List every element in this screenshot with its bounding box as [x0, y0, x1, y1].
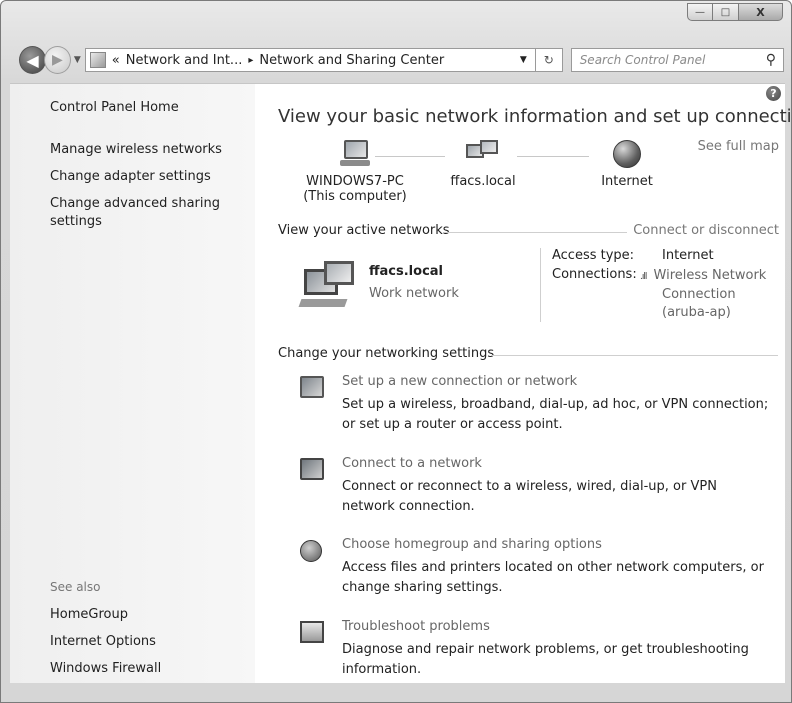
setup-new-connection-link[interactable]: Set up a new connection or network [342, 374, 577, 389]
window-bottom-frame [10, 683, 785, 702]
new-connection-icon [300, 376, 324, 398]
navigation-bar: ◀ ▶ ▼ « Network and Int... ▸ Network and… [19, 41, 784, 79]
active-network-name: ffacs.local [369, 264, 444, 279]
computer-name: WINDOWS7-PC [306, 174, 404, 189]
address-dropdown[interactable]: ▼ [520, 55, 527, 65]
homegroup-link[interactable]: HomeGroup [50, 606, 128, 624]
homegroup-icon [300, 540, 322, 562]
window: — □ X ◀ ▶ ▼ « Network and Int... ▸ Netwo… [0, 0, 792, 703]
access-type-label: Access type: [552, 248, 635, 263]
minimize-button[interactable]: — [687, 3, 713, 21]
active-networks-heading: View your active networks [278, 223, 450, 238]
map-network[interactable]: ffacs.local [433, 140, 533, 189]
forward-button[interactable]: ▶ [43, 46, 71, 74]
back-button[interactable]: ◀ [19, 46, 46, 74]
map-internet[interactable]: Internet [577, 140, 677, 189]
computer-sub: (This computer) [303, 189, 407, 204]
connect-to-network-link[interactable]: Connect to a network [342, 456, 482, 471]
search-icon[interactable]: ⚲ [766, 52, 776, 68]
windows-firewall-link[interactable]: Windows Firewall [50, 660, 161, 678]
internet-label: Internet [601, 174, 653, 189]
search-placeholder: Search Control Panel [579, 53, 706, 67]
see-also-label: See also [50, 580, 101, 594]
homegroup-sharing-desc: Access files and printers located on oth… [342, 560, 764, 595]
network-icon [466, 140, 500, 168]
see-full-map-link[interactable]: See full map [698, 139, 779, 154]
map-computer[interactable]: WINDOWS7-PC (This computer) [295, 140, 415, 204]
connect-or-disconnect-link[interactable]: Connect or disconnect [633, 223, 779, 238]
connections-label: Connections: [552, 267, 637, 282]
control-panel-home-link[interactable]: Control Panel Home [50, 99, 179, 117]
sidebar: Control Panel Home Manage wireless netwo… [10, 83, 255, 683]
refresh-button[interactable]: ↻ [535, 48, 563, 72]
troubleshoot-problems-desc: Diagnose and repair network problems, or… [342, 642, 749, 677]
divider [445, 232, 627, 233]
wireless-connection-link[interactable]: .ıll Wireless Network Connection (aruba-… [640, 267, 766, 322]
work-network-icon [298, 261, 356, 313]
manage-wireless-networks-link[interactable]: Manage wireless networks [50, 141, 222, 159]
computer-icon [338, 140, 372, 168]
breadcrumb-network-and-internet[interactable]: Network and Int... [126, 53, 243, 68]
connection-name-line: Connection [662, 287, 736, 302]
page-title: View your basic network information and … [278, 106, 792, 127]
search-input[interactable]: Search Control Panel ⚲ [570, 48, 784, 72]
internet-globe-icon [613, 140, 641, 168]
main-pane: ? View your basic network information an… [255, 83, 791, 683]
connection-name-line: Wireless Network [653, 268, 767, 283]
change-adapter-settings-link[interactable]: Change adapter settings [50, 168, 211, 186]
control-panel-icon [89, 52, 106, 68]
breadcrumb-overflow[interactable]: « [112, 53, 120, 68]
connect-to-network-desc: Connect or reconnect to a wireless, wire… [342, 479, 717, 514]
divider [491, 355, 778, 356]
connection-ssid: (aruba-ap) [662, 305, 731, 320]
maximize-button[interactable]: □ [713, 3, 739, 21]
setup-new-connection-desc: Set up a wireless, broadband, dial-up, a… [342, 397, 769, 432]
troubleshoot-problems-link[interactable]: Troubleshoot problems [342, 619, 490, 634]
access-type-value: Internet [662, 248, 714, 263]
recent-pages-dropdown[interactable]: ▼ [74, 55, 81, 65]
signal-strength-icon: .ıll [640, 272, 647, 282]
close-button[interactable]: X [739, 3, 783, 21]
breadcrumb-network-and-sharing-center[interactable]: Network and Sharing Center [259, 53, 444, 68]
vertical-divider [540, 248, 541, 322]
troubleshoot-icon [300, 621, 324, 643]
address-bar[interactable]: « Network and Int... ▸ Network and Shari… [84, 48, 536, 72]
help-icon[interactable]: ? [766, 86, 781, 101]
connect-network-icon [300, 458, 324, 480]
network-name: ffacs.local [450, 174, 516, 189]
homegroup-sharing-link[interactable]: Choose homegroup and sharing options [342, 537, 602, 552]
internet-options-link[interactable]: Internet Options [50, 633, 156, 651]
caption-buttons: — □ X [687, 3, 783, 21]
change-advanced-sharing-settings-link[interactable]: Change advanced sharing settings [50, 195, 240, 231]
breadcrumb-separator[interactable]: ▸ [248, 55, 253, 66]
network-type-link[interactable]: Work network [369, 286, 459, 301]
networking-settings-heading: Change your networking settings [278, 346, 495, 361]
